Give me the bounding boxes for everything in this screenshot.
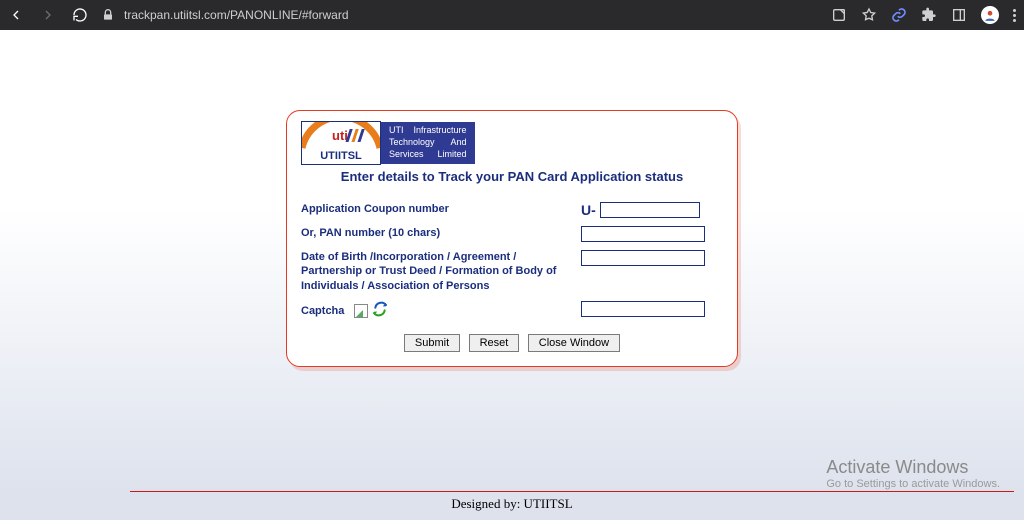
nav-controls xyxy=(8,7,88,23)
submit-button[interactable]: Submit xyxy=(404,334,460,352)
watermark-line2: Go to Settings to activate Windows. xyxy=(826,478,1000,490)
captcha-input[interactable] xyxy=(581,301,705,317)
logo-caption: UTI Infrastructure Technology And Services… xyxy=(381,122,475,164)
panel-title: Enter details to Track your PAN Card App… xyxy=(301,169,723,184)
back-icon[interactable] xyxy=(8,7,24,23)
menu-icon[interactable] xyxy=(1013,9,1016,22)
footer-divider xyxy=(130,491,1014,492)
link-icon[interactable] xyxy=(891,7,907,23)
row-coupon: Application Coupon number U- xyxy=(301,202,723,218)
logo-line: Infrastructure xyxy=(414,125,467,137)
extensions-icon[interactable] xyxy=(921,7,937,23)
logo-line: Limited xyxy=(438,149,467,161)
footer-text: Designed by: UTIITSL xyxy=(0,496,1024,512)
browser-actions xyxy=(831,6,1016,24)
profile-avatar[interactable] xyxy=(981,6,999,24)
address-bar[interactable]: trackpan.utiitsl.com/PANONLINE/#forward xyxy=(100,7,349,23)
coupon-input[interactable] xyxy=(600,202,700,218)
panel-icon[interactable] xyxy=(951,7,967,23)
watermark-line1: Activate Windows xyxy=(826,457,1000,478)
star-icon[interactable] xyxy=(861,7,877,23)
utiitsl-logo: uti UTIITSL xyxy=(301,121,381,165)
row-pan: Or, PAN number (10 chars) xyxy=(301,226,723,242)
coupon-prefix: U- xyxy=(581,202,596,218)
page-body: uti UTIITSL UTI Infrastructure Technology… xyxy=(0,30,1024,520)
logo-block: uti UTIITSL UTI Infrastructure Technology… xyxy=(301,121,723,165)
pan-input[interactable] xyxy=(581,226,705,242)
reset-button[interactable]: Reset xyxy=(469,334,520,352)
label-captcha: Captcha xyxy=(301,304,344,318)
logo-line: Technology xyxy=(389,137,435,149)
logo-line: And xyxy=(451,137,467,149)
share-icon[interactable] xyxy=(831,7,847,23)
browser-toolbar: trackpan.utiitsl.com/PANONLINE/#forward xyxy=(0,0,1024,30)
svg-text:uti: uti xyxy=(332,128,348,143)
captcha-image-icon xyxy=(354,304,368,318)
button-row: Submit Reset Close Window xyxy=(301,333,723,352)
reload-icon[interactable] xyxy=(72,7,88,23)
track-pan-panel: uti UTIITSL UTI Infrastructure Technology… xyxy=(286,110,738,367)
close-window-button[interactable]: Close Window xyxy=(528,334,620,352)
logo-line: Services xyxy=(389,149,424,161)
row-dob: Date of Birth /Incorporation / Agreement… xyxy=(301,250,723,293)
label-pan: Or, PAN number (10 chars) xyxy=(301,226,581,240)
refresh-icon[interactable] xyxy=(372,301,388,321)
dob-input[interactable] xyxy=(581,250,705,266)
row-captcha: Captcha xyxy=(301,301,723,321)
logo-line: UTI xyxy=(389,125,404,137)
url-text: trackpan.utiitsl.com/PANONLINE/#forward xyxy=(124,8,349,22)
svg-text:UTIITSL: UTIITSL xyxy=(320,150,362,162)
windows-watermark: Activate Windows Go to Settings to activ… xyxy=(826,457,1000,490)
forward-icon[interactable] xyxy=(40,7,56,23)
label-coupon: Application Coupon number xyxy=(301,202,581,216)
lock-icon xyxy=(100,7,116,23)
label-dob: Date of Birth /Incorporation / Agreement… xyxy=(301,250,581,293)
